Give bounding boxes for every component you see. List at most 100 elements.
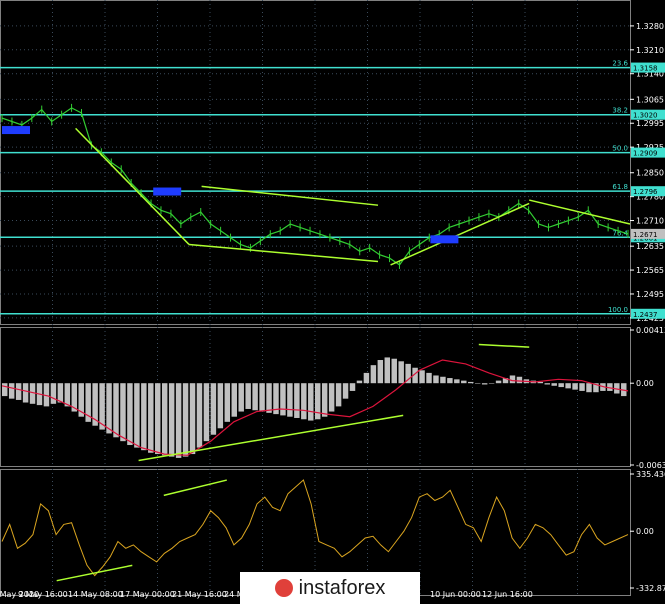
macd-histogram-bar [398,361,404,384]
macd-histogram-bar [8,383,15,399]
cci-y-tick-label: -332.874 [636,584,665,593]
macd-histogram-bar [377,360,384,384]
chart-svg: 1.32801.32101.31401.30651.29951.29251.28… [0,0,665,599]
macd-histogram-bar [127,383,133,446]
macd-histogram-bar [433,375,439,384]
macd-histogram-bar [217,383,224,429]
cci-y-tick-label: 335.4369 [636,470,665,479]
macd-histogram-bar [558,383,564,388]
x-tick-label: 17 May 00:00 [120,590,175,599]
cci-pattern-line [163,479,227,497]
macd-histogram-bar [572,383,578,390]
macd-pattern-line [478,343,530,348]
current-price-label: 1.2671 [633,231,658,239]
chart-window: 1.32801.32101.31401.30651.29951.29251.28… [0,0,665,604]
macd-histogram-bar [544,383,550,385]
macd-histogram-bar [349,383,356,391]
fib-price-label: 1.2909 [633,150,658,158]
macd-histogram-bar [551,383,557,386]
y-tick-label: 1.3065 [636,95,664,104]
macd-histogram-bar [356,380,363,384]
macd-histogram-bar [447,378,453,384]
fib-ratio-label: 50.0 [612,145,628,153]
macd-y-tick-label: 0.00 [636,379,654,388]
signal-marker [430,235,459,244]
fib-ratio-label: 100.0 [608,306,628,314]
fib-price-label: 1.3020 [633,112,658,120]
signal-marker [2,126,30,135]
macd-histogram-bar [308,383,314,421]
fib-price-label: 1.2796 [633,188,658,196]
macd-histogram-bar [2,383,8,397]
macd-histogram-bar [440,376,446,384]
macd-histogram-bar [57,383,64,403]
x-tick-label: 9 May 16:00 [18,590,68,599]
macd-histogram-bar [168,383,175,457]
macd-histogram-bar [321,383,328,417]
macd-histogram-bar [182,383,189,457]
macd-histogram-bar [461,380,467,384]
macd-histogram-bar [50,383,57,404]
fib-ratio-label: 38.2 [612,107,628,115]
price-panel-border [0,0,631,325]
macd-histogram-bar [189,383,196,455]
macd-histogram-bar [161,383,168,456]
x-tick-label: 10 Jun 00:00 [430,590,481,599]
macd-y-tick-label: -0.00635 [636,461,665,470]
macd-histogram-bar [175,383,182,458]
macd-histogram-bar [579,383,585,391]
macd-histogram-bar [391,358,397,384]
macd-histogram-bar [419,370,425,384]
macd-histogram-bar [280,383,286,416]
macd-histogram-bar [15,383,22,400]
fib-price-label: 1.3158 [633,65,658,73]
y-tick-label: 1.2850 [636,169,664,178]
fib-ratio-label: 23.6 [612,60,628,68]
macd-histogram-bar [384,357,391,384]
macd-histogram-bar [113,383,119,438]
macd-histogram-bar [328,383,335,412]
macd-histogram-bar [468,381,474,384]
macd-histogram-bar [342,383,349,399]
macd-histogram-bar [335,383,342,407]
y-tick-label: 1.2995 [636,119,664,128]
x-tick-label: 21 May 16:00 [172,590,227,599]
macd-histogram-bar [231,383,237,417]
price-pattern-line [75,127,190,245]
macd-histogram-bar [22,383,29,403]
cci-y-tick-label: 0.00 [636,527,654,536]
price-pattern-line [201,185,379,206]
macd-histogram-bar [203,383,210,442]
macd-histogram-bar [370,365,377,384]
macd-histogram-bar [287,383,293,417]
signal-marker [153,187,182,196]
instaforex-logo-icon [274,579,293,597]
logo-text: instaforex [298,576,386,599]
macd-histogram-bar [363,372,370,384]
y-tick-label: 1.2565 [636,266,664,275]
macd-histogram-bar [120,383,126,442]
macd-histogram-bar [245,383,251,409]
price-series-line [1,107,629,266]
y-tick-label: 1.2710 [636,217,664,226]
y-tick-label: 1.2495 [636,290,664,299]
macd-histogram-bar [266,383,272,413]
macd-histogram-bar [252,383,258,411]
y-tick-label: 1.3280 [636,22,664,31]
price-pattern-line [390,202,530,266]
macd-histogram-bar [238,383,244,412]
macd-histogram-bar [315,383,321,420]
macd-y-tick-label: 0.00413 [636,326,665,335]
macd-histogram-bar [516,376,523,384]
x-tick-label: 12 Jun 16:00 [482,590,533,599]
macd-histogram-bar [454,379,460,384]
macd-histogram-bar [509,375,516,384]
cci-pattern-line [56,564,133,582]
instaforex-logo: instaforex [240,572,420,604]
macd-histogram-bar [586,383,592,393]
y-tick-label: 1.3210 [636,46,664,55]
y-tick-label: 1.2635 [636,242,664,251]
macd-histogram-bar [141,383,147,451]
macd-histogram-bar [155,383,161,455]
fib-price-label: 1.2437 [633,311,658,319]
